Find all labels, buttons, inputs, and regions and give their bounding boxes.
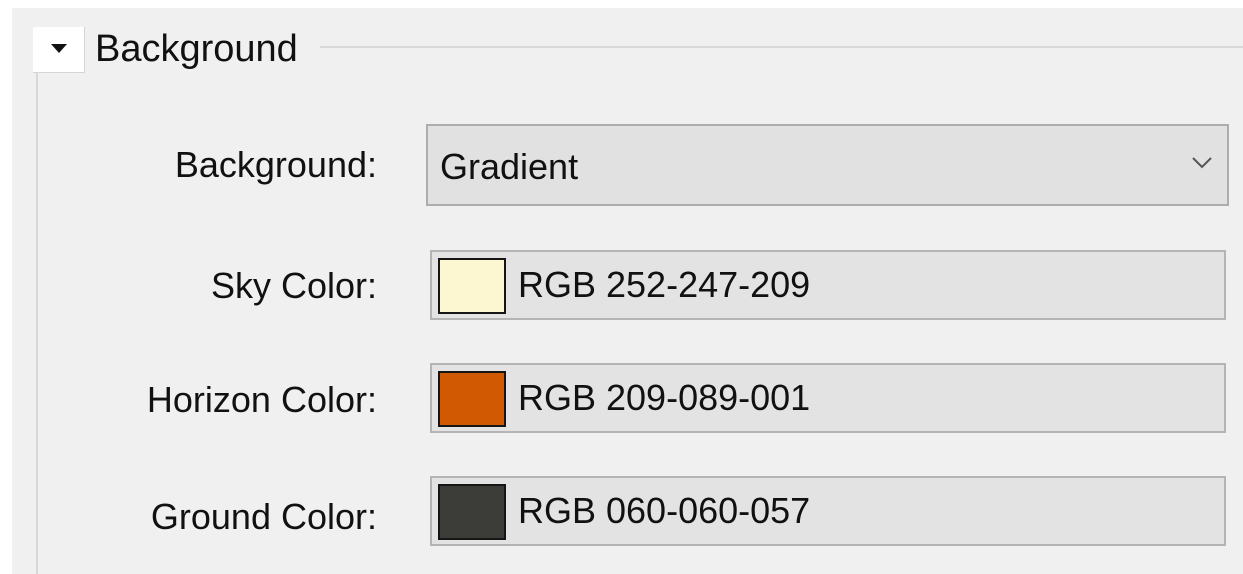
horizon-color-swatch[interactable] bbox=[438, 371, 506, 427]
sky-color-swatch[interactable] bbox=[438, 258, 506, 314]
sky-color-field[interactable]: RGB 252-247-209 bbox=[430, 250, 1226, 320]
triangle-down-icon bbox=[51, 44, 67, 53]
horizon-color-value: RGB 209-089-001 bbox=[518, 377, 811, 418]
chevron-down-icon bbox=[1192, 157, 1212, 169]
group-left-divider bbox=[36, 72, 38, 574]
background-mode-value: Gradient bbox=[440, 146, 579, 187]
ground-color-label: Ground Color: bbox=[150, 496, 377, 537]
sky-color-value: RGB 252-247-209 bbox=[518, 264, 811, 305]
background-mode-select[interactable]: Gradient bbox=[426, 124, 1229, 206]
ground-color-field[interactable]: RGB 060-060-057 bbox=[430, 476, 1226, 546]
background-mode-label: Background: bbox=[174, 144, 377, 185]
ground-color-swatch[interactable] bbox=[438, 484, 506, 540]
sky-color-label: Sky Color: bbox=[210, 265, 377, 306]
collapse-toggle-button[interactable] bbox=[33, 27, 85, 73]
ground-color-value: RGB 060-060-057 bbox=[518, 490, 811, 531]
horizon-color-field[interactable]: RGB 209-089-001 bbox=[430, 363, 1226, 433]
horizon-color-label: Horizon Color: bbox=[146, 379, 377, 420]
section-title: Background bbox=[95, 28, 298, 70]
group-divider bbox=[320, 46, 1243, 48]
